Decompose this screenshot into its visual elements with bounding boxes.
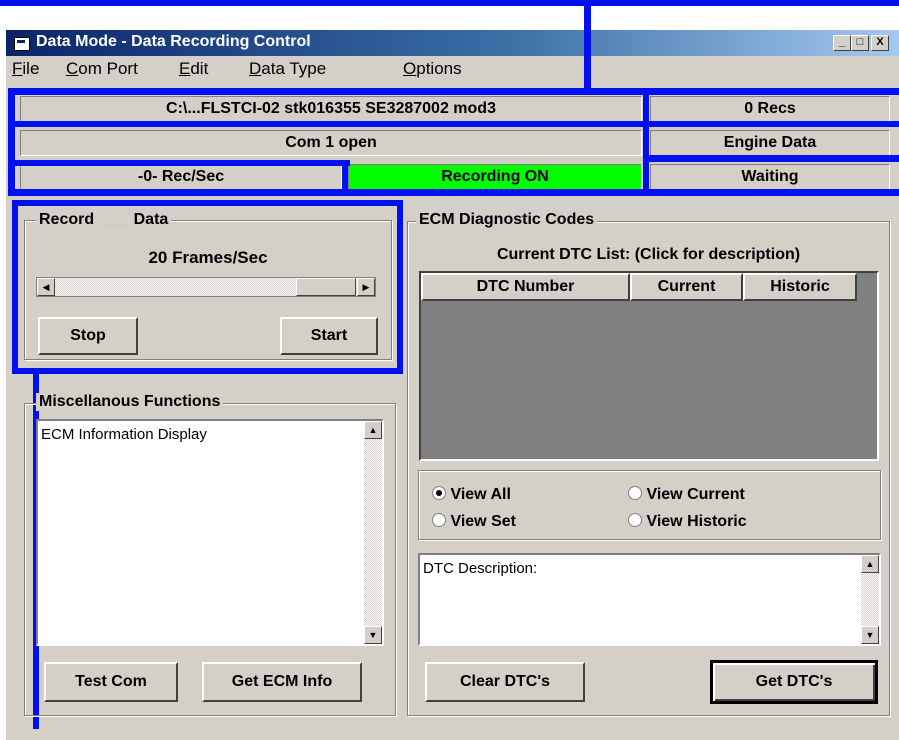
record-title-left: Record [39,211,95,228]
get-dtcs-button[interactable]: Get DTC's [710,660,878,704]
scroll-up-icon[interactable]: ▲ [861,555,879,573]
annotation-line [8,121,899,127]
ecm-group-title: ECM Diagnostic Codes [416,211,598,229]
minimize-button[interactable]: _ [833,35,851,51]
dtc-table[interactable]: DTC Number Current Historic [419,271,879,461]
annotation-line [0,0,899,6]
column-header-historic[interactable]: Historic [743,273,857,301]
frames-label: 20 Frames/Sec [148,248,268,267]
scroll-down-icon[interactable]: ▼ [861,626,879,644]
scroll-down-icon[interactable]: ▼ [364,626,382,644]
column-header-current[interactable]: Current [630,273,743,301]
annotation-line [643,88,649,196]
state-panel: Waiting [650,164,890,190]
annotation-line [12,200,18,374]
annotation-line [8,88,15,196]
clear-dtcs-button[interactable]: Clear DTC's [425,662,585,702]
radio-unchecked-icon [432,513,446,527]
record-title-right: Data [133,211,169,228]
recs-panel: 0 Recs [650,96,890,122]
radio-view-all[interactable]: View All [432,485,511,504]
slider-left-arrow-icon[interactable]: ◀ [37,278,55,296]
radio-checked-icon [432,486,446,500]
dtc-description-label: DTC Description: [423,560,538,577]
annotation-line [397,200,403,374]
scroll-up-icon[interactable]: ▲ [364,421,382,439]
annotation-line [8,160,350,166]
recording-status-panel: Recording ON [348,164,642,190]
slider-thumb[interactable] [296,278,356,296]
list-item[interactable]: ECM Information Display [41,426,207,443]
radio-unchecked-icon [628,486,642,500]
dtc-description-box[interactable]: DTC Description: ▲ ▼ [418,553,881,646]
annotation-line [8,189,899,196]
dtc-list-subtitle: Current DTC List: (Click for description… [496,246,801,263]
app-icon [14,37,30,51]
slider-right-arrow-icon[interactable]: ▶ [357,278,375,296]
menu-com-port[interactable]: Com Port [66,59,138,79]
menu-options[interactable]: Options [403,59,462,79]
radio-view-set[interactable]: View Set [432,512,516,531]
get-ecm-info-button[interactable]: Get ECM Info [202,662,362,702]
radio-view-historic[interactable]: View Historic [628,512,747,531]
test-com-button[interactable]: Test Com [44,662,178,702]
annotation-line [8,88,899,95]
misc-functions-list[interactable]: ECM Information Display ▲ ▼ [36,419,384,646]
stop-button[interactable]: Stop [38,317,138,355]
menu-data-type[interactable]: Data Type [249,59,326,79]
column-header-dtc-number[interactable]: DTC Number [421,273,630,301]
window-title: Data Mode - Data Recording Control [36,33,311,50]
annotation-line [12,200,403,206]
maximize-button[interactable]: □ [851,35,869,51]
close-button[interactable]: X [871,35,889,51]
start-button[interactable]: Start [280,317,378,355]
misc-group-title: Miscellanous Functions [36,393,224,411]
menu-file[interactable]: File [12,59,39,79]
annotation-line [12,368,403,374]
radio-unchecked-icon [628,513,642,527]
menu-edit[interactable]: Edit [179,59,208,79]
annotation-line [643,155,899,162]
radio-view-current[interactable]: View Current [628,485,745,504]
menu-bar: File Com Port Edit Data Type Options [6,56,899,84]
annotation-line [584,0,591,92]
misc-scrollbar[interactable] [364,421,382,644]
title-bar[interactable]: Data Mode - Data Recording Control _ □ X [6,30,899,56]
record-group-title: Record ____ Data [36,211,172,229]
data-type-panel: Engine Data [650,130,890,156]
annotation-line [342,160,348,190]
com-port-panel: Com 1 open [20,130,642,156]
file-path-panel: C:\...FLSTCI-02 stk016355 SE3287002 mod3 [20,96,642,122]
rate-panel: -0- Rec/Sec [20,164,342,190]
